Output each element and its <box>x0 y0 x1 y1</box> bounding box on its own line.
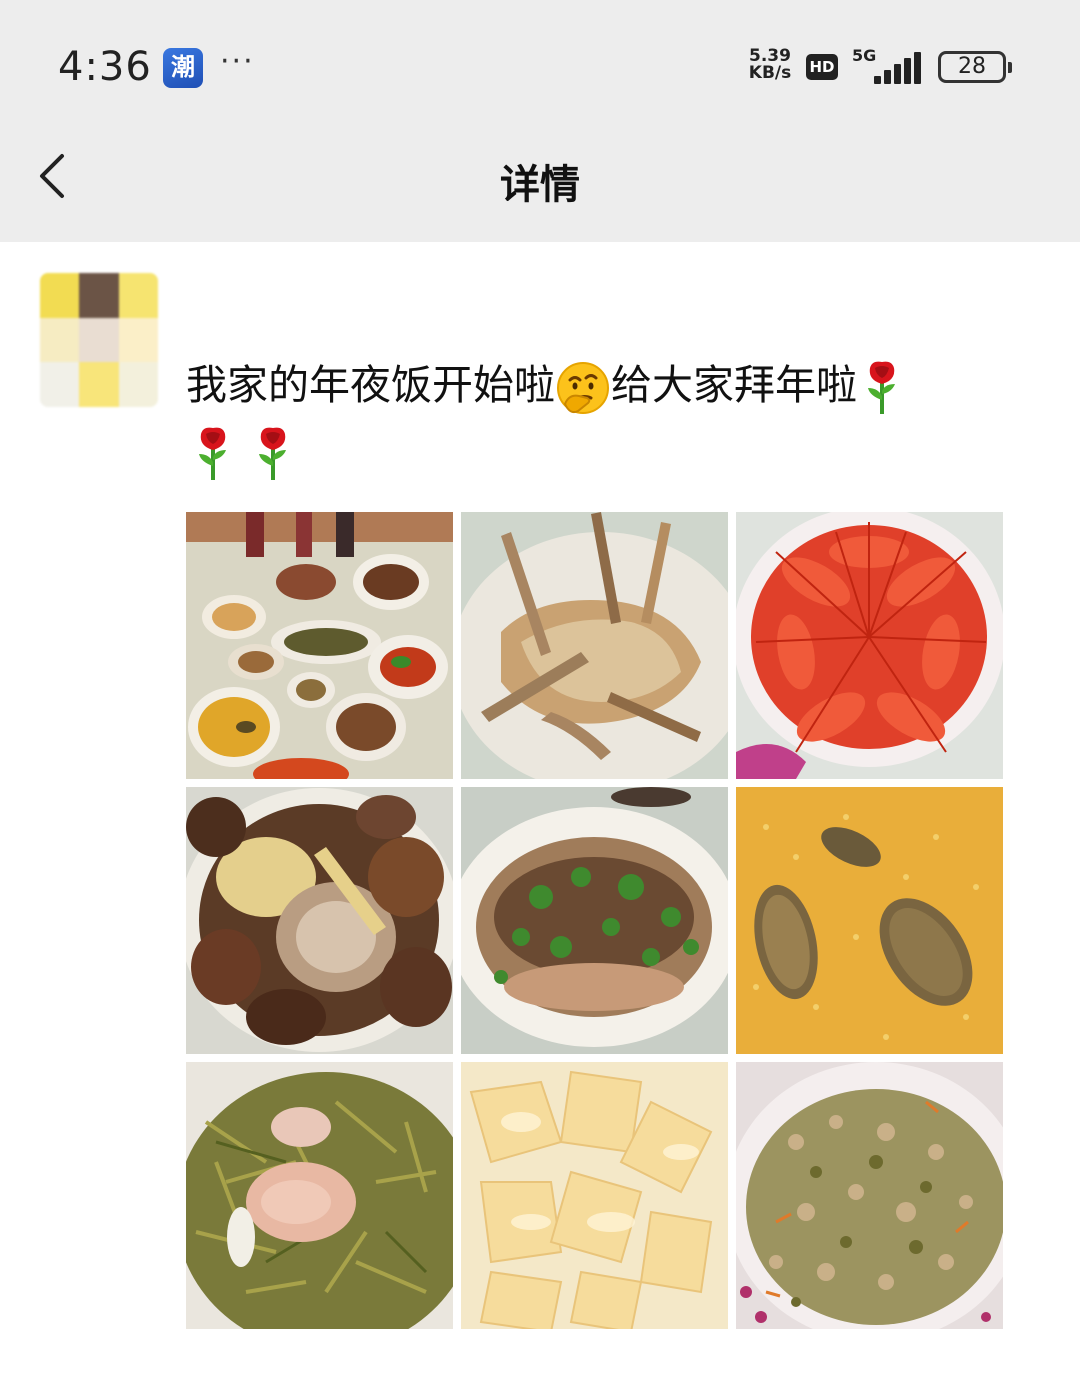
status-time: 4:36 <box>58 44 152 90</box>
rose-icon <box>199 427 226 480</box>
hd-badge: HD <box>806 54 838 80</box>
author-name[interactable] <box>186 285 226 331</box>
post-text-main: 我家的年夜饭开始啦 <box>186 361 555 409</box>
thinking-face-emoji-icon <box>557 362 609 414</box>
photo-minced-stirfry[interactable] <box>736 1062 1003 1329</box>
post-text-greeting: 给大家拜年啦 <box>611 361 857 409</box>
battery-icon: 28 <box>938 51 1012 83</box>
network-speed: 5.39 KB/s <box>742 48 798 82</box>
photo-tofu-skin[interactable] <box>461 1062 728 1329</box>
photo-grid <box>186 512 1003 1329</box>
photo-table-spread[interactable] <box>186 512 453 779</box>
signal-icon: 5G <box>852 48 926 84</box>
photo-abalone-millet[interactable] <box>736 787 1003 1054</box>
status-bar: 4:36 潮 ··· 5.39 KB/s HD 5G 28 <box>0 0 1080 134</box>
photo-pickled-greens[interactable] <box>186 1062 453 1329</box>
page-title: 详情 <box>500 162 580 208</box>
rose-icon <box>868 361 895 414</box>
more-notifications-icon: ··· <box>220 44 255 79</box>
photo-steamed-fish[interactable] <box>461 787 728 1054</box>
photo-fried-fish[interactable] <box>461 512 728 779</box>
photo-red-shrimp[interactable] <box>736 512 1003 779</box>
rose-icon <box>259 427 286 480</box>
post-text: 我家的年夜饭开始啦 给大家拜年啦 <box>186 352 1016 484</box>
nav-bar: 详情 <box>0 134 1080 242</box>
network-type: 5G <box>852 46 877 65</box>
news-app-icon: 潮 <box>163 48 203 88</box>
photo-braised-chicken[interactable] <box>186 787 453 1054</box>
network-speed-unit: KB/s <box>748 63 792 83</box>
signal-bars-icon <box>874 52 926 84</box>
avatar[interactable] <box>40 273 158 407</box>
